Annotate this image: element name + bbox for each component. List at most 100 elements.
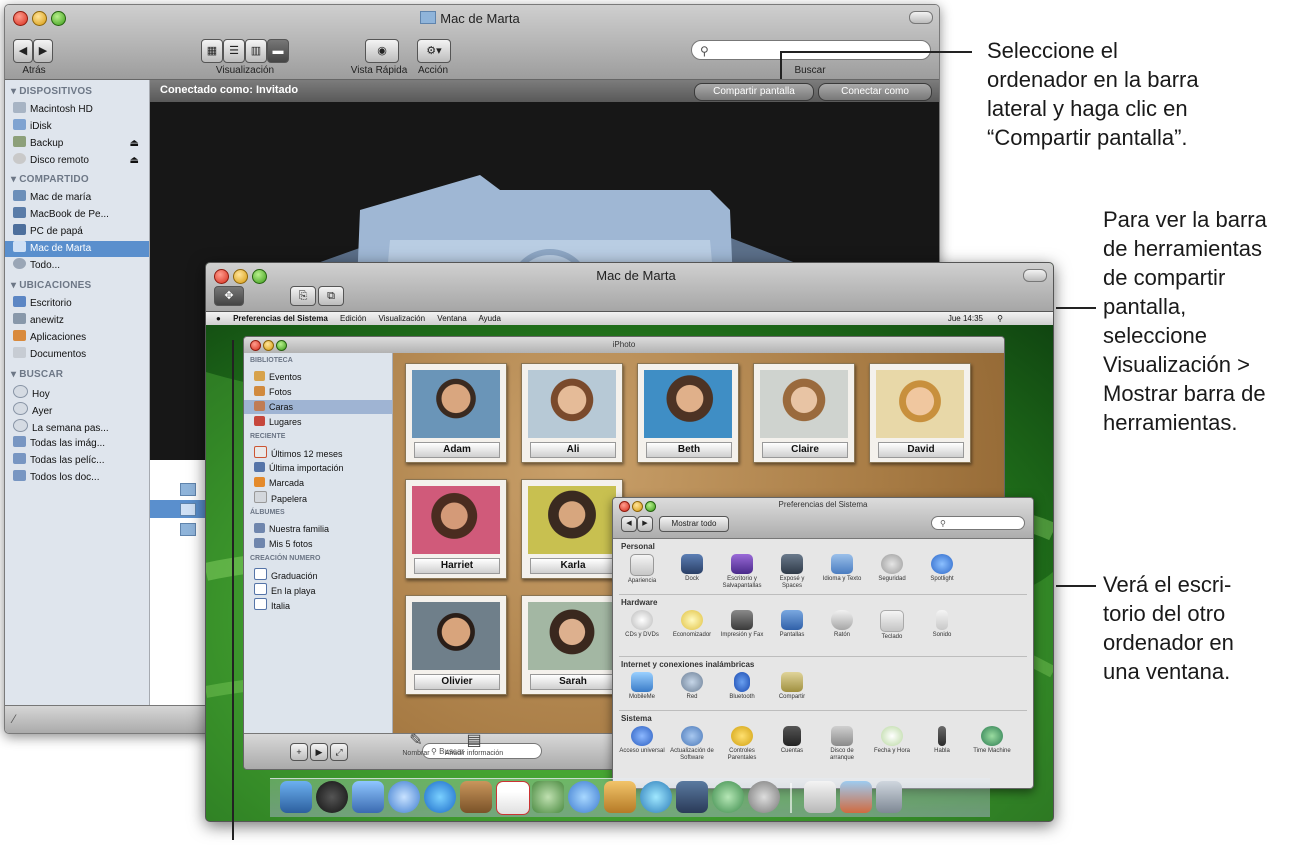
minimize-button[interactable] <box>263 340 274 351</box>
imovie-dock-icon[interactable] <box>640 781 672 813</box>
sidebar-item-hoy[interactable]: Hoy <box>13 385 147 401</box>
toolbar-toggle-button[interactable] <box>909 11 933 24</box>
sidebar-item-aplicaciones[interactable]: Aplicaciones <box>13 330 147 346</box>
pref-teclado[interactable]: Teclado <box>869 610 915 641</box>
sidebar-item-documentos-busqueda[interactable]: Todos los doc... <box>13 470 147 486</box>
fit-screen-button[interactable]: ✥ <box>214 286 244 306</box>
preview-dock-icon[interactable] <box>532 781 564 813</box>
close-button[interactable] <box>214 269 229 284</box>
sidebar-item-ultimos-12-meses[interactable]: Últimos 12 meses <box>254 446 390 460</box>
ichat-dock-icon[interactable] <box>424 781 456 813</box>
sidebar-item-en-la-playa[interactable]: En la playa <box>254 583 390 597</box>
add-button[interactable]: + <box>290 743 308 761</box>
name-tool[interactable]: ✎ Nombrar <box>396 730 436 757</box>
sidebar-item-italia[interactable]: Italia <box>254 598 390 612</box>
pref-pantallas[interactable]: Pantallas <box>769 610 815 639</box>
sidebar-item-graduacion[interactable]: Graduación <box>254 568 390 582</box>
trash-dock-icon[interactable] <box>876 781 902 813</box>
face-card-david[interactable]: David <box>869 363 971 463</box>
sidebar-item-caras[interactable]: Caras <box>244 400 392 414</box>
sidebar-item-mis-5-fotos[interactable]: Mis 5 fotos <box>254 537 390 551</box>
sidebar-item-nuestra-familia[interactable]: Nuestra familia <box>254 522 390 536</box>
sidebar-item-lugares[interactable]: Lugares <box>254 415 390 429</box>
pref-seguridad[interactable]: Seguridad <box>869 554 915 583</box>
face-card-harriet[interactable]: Harriet <box>405 479 507 579</box>
spotlight-icon[interactable]: ⚲ <box>997 312 1003 325</box>
sidebar-item-eventos[interactable]: Eventos <box>254 370 390 384</box>
connect-as-button[interactable]: Conectar como <box>818 83 932 101</box>
pref-disco-arranque[interactable]: Disco de arranque <box>819 726 865 762</box>
menu-visualizacion[interactable]: Visualización <box>379 314 426 323</box>
sidebar-item-backup[interactable]: Backup ⏏ <box>13 136 147 152</box>
close-button[interactable] <box>13 11 28 26</box>
show-all-button[interactable]: Mostrar todo <box>659 516 729 532</box>
pref-cuentas[interactable]: Cuentas <box>769 726 815 755</box>
menu-edicion[interactable]: Edición <box>340 314 366 323</box>
pref-acceso-universal[interactable]: Acceso universal <box>619 726 665 755</box>
face-card-adam[interactable]: Adam <box>405 363 507 463</box>
sidebar-item-escritorio[interactable]: Escritorio <box>13 296 147 312</box>
sidebar-item-ultima-importacion[interactable]: Última importación <box>254 461 390 475</box>
zoom-button[interactable] <box>276 340 287 351</box>
forward-button[interactable]: ▶ <box>637 516 653 532</box>
face-card-karla[interactable]: Karla <box>521 479 623 579</box>
pref-actualizacion[interactable]: Actualización de Software <box>669 726 715 762</box>
menu-ayuda[interactable]: Ayuda <box>478 314 501 323</box>
prefs-search-input[interactable]: ⚲ <box>931 516 1025 530</box>
pref-idioma[interactable]: Idioma y Texto <box>819 554 865 583</box>
sidebar-item-remote-disc[interactable]: Disco remoto ⏏ <box>13 153 147 169</box>
finder-dock-icon[interactable] <box>280 781 312 813</box>
sidebar-item-semana[interactable]: La semana pas... <box>13 419 147 435</box>
system-preferences-dock-icon[interactable] <box>748 781 780 813</box>
pref-time-machine[interactable]: Time Machine <box>969 726 1015 755</box>
forward-button[interactable]: ▶ <box>33 39 53 63</box>
sidebar-item-marcada[interactable]: Marcada <box>254 476 390 490</box>
pref-habla[interactable]: Habla <box>919 726 965 755</box>
pref-red[interactable]: Red <box>669 672 715 701</box>
sidebar-item-mac-de-marta[interactable]: Mac de Marta <box>5 241 149 257</box>
eject-icon[interactable]: ⏏ <box>130 153 139 169</box>
sidebar-item-macbook[interactable]: MacBook de Pe... <box>13 207 147 223</box>
spaces-dock-icon[interactable] <box>676 781 708 813</box>
time-machine-dock-icon[interactable] <box>712 781 744 813</box>
sidebar-item-documentos[interactable]: Documentos <box>13 347 147 363</box>
sidebar-item-mac-de-maria[interactable]: Mac de maría <box>13 190 147 206</box>
sidebar-item-home[interactable]: anewitz <box>13 313 147 329</box>
menu-ventana[interactable]: Ventana <box>437 314 466 323</box>
icon-view-button[interactable]: ▦ <box>201 39 223 63</box>
face-card-beth[interactable]: Beth <box>637 363 739 463</box>
quicklook-button[interactable]: ◉ <box>365 39 399 63</box>
fullscreen-button[interactable]: ⤢ <box>330 743 348 761</box>
pref-apariencia[interactable]: Apariencia <box>619 554 665 585</box>
apple-menu-icon[interactable]: ● <box>216 314 221 323</box>
zoom-button[interactable] <box>51 11 66 26</box>
sidebar-item-ayer[interactable]: Ayer <box>13 402 147 418</box>
sidebar-item-fotos[interactable]: Fotos <box>254 385 390 399</box>
info-tool[interactable]: ▤ Añadir información <box>440 730 508 757</box>
pref-raton[interactable]: Ratón <box>819 610 865 639</box>
pref-fecha-hora[interactable]: Fecha y Hora <box>869 726 915 755</box>
sidebar-item-peliculas[interactable]: Todas las pelíc... <box>13 453 147 469</box>
toolbar-toggle-button[interactable] <box>1023 269 1047 282</box>
play-button[interactable]: ▶ <box>310 743 328 761</box>
sidebar-item-papelera[interactable]: Papelera <box>254 491 390 505</box>
pref-dock[interactable]: Dock <box>669 554 715 583</box>
paste-clipboard-button[interactable]: ⧉ <box>318 286 344 306</box>
share-screen-button[interactable]: Compartir pantalla <box>694 83 814 101</box>
pref-impresion[interactable]: Impresión y Fax <box>719 610 765 639</box>
action-button[interactable]: ⚙▾ <box>417 39 451 63</box>
dashboard-dock-icon[interactable] <box>316 781 348 813</box>
address-book-dock-icon[interactable] <box>460 781 492 813</box>
close-button[interactable] <box>250 340 261 351</box>
pref-spotlight[interactable]: Spotlight <box>919 554 965 583</box>
sidebar-item-macintosh-hd[interactable]: Macintosh HD <box>13 102 147 118</box>
sidebar-item-idisk[interactable]: iDisk <box>13 119 147 135</box>
face-card-claire[interactable]: Claire <box>753 363 855 463</box>
pref-compartir[interactable]: Compartir <box>769 672 815 701</box>
back-button[interactable]: ◀ <box>13 39 33 63</box>
iphoto-dock-icon[interactable] <box>604 781 636 813</box>
documents-stack-dock-icon[interactable] <box>804 781 836 813</box>
back-button[interactable]: ◀ <box>621 516 637 532</box>
mail-dock-icon[interactable] <box>352 781 384 813</box>
search-input[interactable]: ⚲ <box>691 40 931 60</box>
